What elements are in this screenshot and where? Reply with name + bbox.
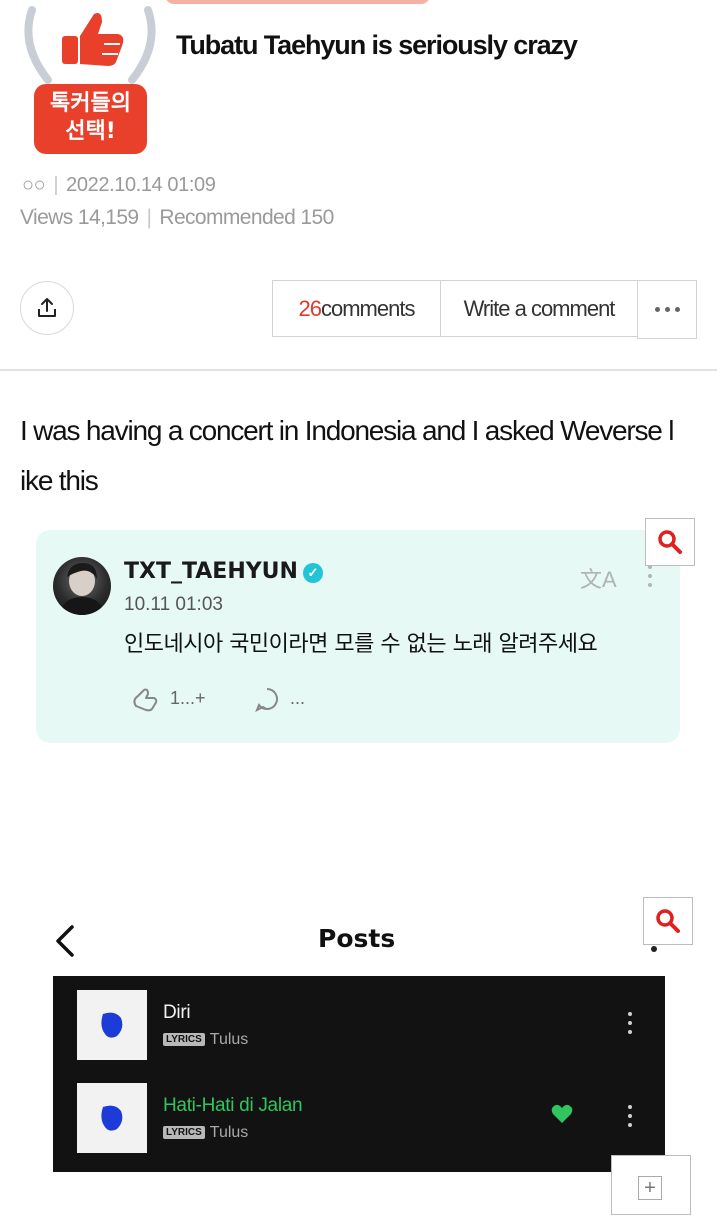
post-datetime: 2022.10.14 01:09	[66, 174, 216, 196]
more-icon	[654, 307, 660, 312]
section-divider	[0, 369, 717, 371]
track-more-icon[interactable]	[628, 1105, 633, 1132]
comments-label: comments	[321, 295, 415, 321]
weverse-username[interactable]: TXT_TAEHYUN	[124, 559, 298, 584]
top-banner-fragment	[165, 0, 430, 4]
track-list: Diri LYRICS Tulus Hati-Hati di Jalan LYRI…	[53, 976, 665, 1172]
post-body: I was having a concert in Indonesia and …	[20, 406, 710, 506]
post-meta-stats: Views 14,159 | Recommended 150	[20, 206, 334, 229]
lyrics-tag: LYRICS	[163, 1033, 205, 1046]
weverse-post-text: 인도네시아 국민이라면 모를 수 없는 노래 알려주세요	[124, 632, 598, 657]
track-more-icon[interactable]	[628, 1012, 633, 1039]
track-title[interactable]: Diri	[163, 1002, 191, 1024]
chevron-left-icon[interactable]	[54, 924, 76, 963]
talkers-choice-badge: 톡커들의 선택!	[20, 0, 160, 160]
heart-icon[interactable]	[551, 1104, 573, 1129]
share-button[interactable]	[20, 281, 74, 335]
cheer-icon[interactable]	[130, 686, 160, 717]
track-artist[interactable]: Tulus	[210, 1124, 249, 1141]
comment-bubble-icon[interactable]	[254, 686, 280, 717]
weverse-timestamp: 10.11 01:03	[124, 594, 223, 615]
comments-button[interactable]: 26 comments	[273, 281, 441, 336]
post-body-line: ike this	[20, 465, 99, 496]
magnifier-icon	[658, 530, 682, 554]
album-art	[77, 990, 147, 1060]
post-action-bar: 26 comments Write a comment	[272, 280, 639, 337]
comment-count-card: ...	[290, 688, 306, 708]
badge-line-2: 선택!	[65, 119, 116, 144]
views-count: Views 14,159	[20, 206, 139, 229]
card-more-icon[interactable]	[648, 565, 654, 592]
screen-title: Posts	[318, 924, 396, 953]
author-name[interactable]: ○○	[22, 174, 46, 196]
badge-line-1: 톡커들의	[50, 91, 131, 116]
write-comment-button[interactable]: Write a comment	[441, 281, 638, 336]
verified-icon: ✓	[303, 563, 323, 583]
track-subtitle: LYRICS Tulus	[163, 1031, 248, 1049]
post-title: Tubatu Taehyun is seriously crazy	[176, 30, 578, 60]
expand-button[interactable]: +	[611, 1155, 691, 1215]
album-art	[77, 1083, 147, 1153]
track-title[interactable]: Hati-Hati di Jalan	[163, 1095, 303, 1117]
track-artist[interactable]: Tulus	[210, 1031, 249, 1048]
decorative-dot	[651, 946, 657, 952]
avatar[interactable]	[53, 557, 111, 615]
magnifier-icon	[656, 909, 680, 933]
comment-count: 26	[298, 295, 323, 321]
translate-icon[interactable]: 文A	[580, 562, 617, 594]
cheer-count: 1...+	[170, 688, 206, 708]
track-subtitle: LYRICS Tulus	[163, 1124, 248, 1142]
plus-icon: +	[638, 1176, 662, 1200]
recommended-count: Recommended 150	[159, 206, 334, 229]
more-options-button[interactable]	[637, 280, 697, 339]
share-icon	[38, 298, 56, 317]
post-body-line: I was having a concert in Indonesia and …	[20, 415, 674, 446]
laurel-thumb-icon	[24, 6, 156, 84]
zoom-image-button[interactable]	[643, 897, 693, 945]
profile-photo	[59, 563, 105, 615]
zoom-image-button[interactable]	[645, 518, 695, 566]
post-meta-author-date: ○○ | 2022.10.14 01:09	[22, 174, 216, 196]
lyrics-tag: LYRICS	[163, 1126, 205, 1139]
